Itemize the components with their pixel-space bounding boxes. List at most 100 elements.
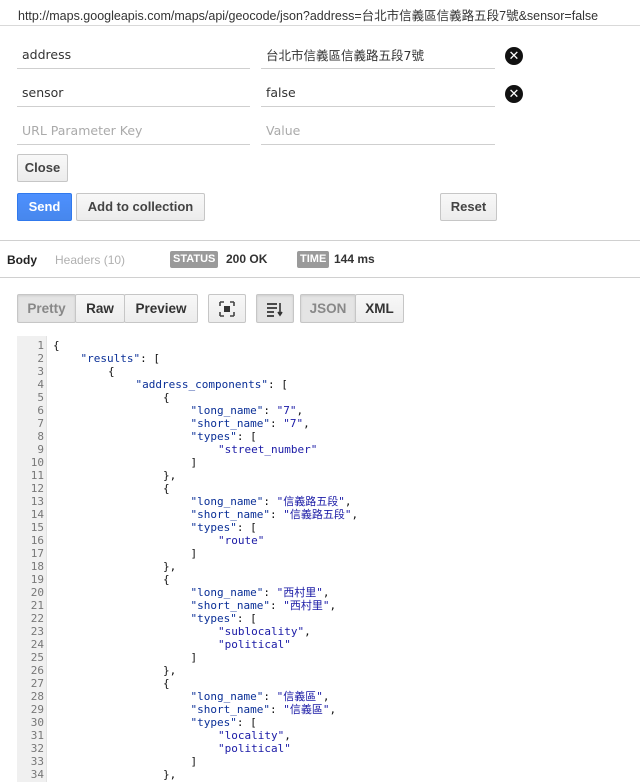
code-text: ] [190,755,198,768]
line-number: 22 [30,612,44,625]
line-number: 33 [30,755,44,768]
request-url[interactable]: http://maps.googleapis.com/maps/api/geoc… [0,0,640,26]
view-pretty-button[interactable]: Pretty [17,294,76,323]
close-button[interactable]: Close [17,154,68,182]
code-text: "political" [218,742,291,755]
code-text: { [163,482,170,495]
code-text: { [163,391,170,404]
code-text: { [163,677,170,690]
line-number: 20 [30,586,44,599]
send-button[interactable]: Send [17,193,72,221]
line-number: 4 [37,378,44,391]
param-row-new [17,117,537,147]
param-key-input[interactable] [17,41,250,69]
param-value-input[interactable] [261,117,495,145]
tab-body[interactable]: Body [7,253,37,267]
expand-icon [219,301,235,317]
code-text: "types": [ [190,521,257,534]
format-xml-button[interactable]: XML [355,294,404,323]
code-text: }, [163,469,177,482]
line-number: 27 [30,677,44,690]
line-number: 5 [37,391,44,404]
line-number: 23 [30,625,44,638]
code-text: "long_name": "7", [190,404,304,417]
line-number: 12 [30,482,44,495]
line-number: 9 [37,443,44,456]
line-number: 31 [30,729,44,742]
line-number: 3 [37,365,44,378]
wrap-lines-icon [267,303,283,317]
code-text: }, [163,560,177,573]
param-key-input[interactable] [17,79,250,107]
line-number: 28 [30,690,44,703]
code-text: }, [163,768,177,781]
line-number: 13 [30,495,44,508]
tab-headers[interactable]: Headers (10) [55,253,125,267]
param-row-sensor: ✕ [17,79,537,109]
line-number: 10 [30,456,44,469]
divider [0,277,640,278]
code-text: "route" [218,534,265,547]
param-value-input[interactable] [261,79,495,107]
code-text: "types": [ [190,430,257,443]
status-value: 200 OK [226,252,268,266]
remove-circle-icon[interactable]: ✕ [505,85,523,103]
line-number: 30 [30,716,44,729]
wrap-lines-button[interactable] [256,294,294,323]
format-json-button[interactable]: JSON [300,294,356,323]
line-number: 14 [30,508,44,521]
time-label-badge: TIME [297,251,330,268]
line-number: 15 [30,521,44,534]
param-value-input[interactable] [261,41,495,69]
line-number: 21 [30,599,44,612]
code-text: { [53,339,60,352]
view-raw-button[interactable]: Raw [75,294,125,323]
line-number: 26 [30,664,44,677]
code-text: "short_name": "信義區", [190,703,337,716]
response-body-code[interactable]: 1 {2 "results": [ 3 {4 "address_components": … [17,336,640,782]
code-text: "locality", [218,729,291,742]
code-text: { [163,573,170,586]
status-label-badge: STATUS [170,251,219,268]
code-text: "types": [ [190,612,257,625]
line-number: 11 [30,469,44,482]
line-number: 32 [30,742,44,755]
remove-circle-icon[interactable]: ✕ [505,47,523,65]
code-text: "long_name": "信義區", [190,690,330,703]
response-tabs: Body Headers (10) STATUS 200 OK TIME 144… [0,241,640,277]
line-number: 16 [30,534,44,547]
code-text: ] [190,456,198,469]
code-text: "political" [218,638,291,651]
line-number: 2 [37,352,44,365]
code-text: "short_name": "信義路五段", [190,508,359,521]
view-preview-button[interactable]: Preview [124,294,198,323]
param-key-input[interactable] [17,117,250,145]
reset-button[interactable]: Reset [440,193,497,221]
code-text: "short_name": "7", [190,417,310,430]
code-text: "address_components": [ [135,378,288,391]
code-text: ] [190,547,198,560]
fullscreen-button[interactable] [208,294,246,323]
param-row-address: ✕ [17,41,537,71]
code-text: "results": [ [80,352,160,365]
code-text: { [108,365,115,378]
line-number: 18 [30,560,44,573]
code-text: "long_name": "西村里", [190,586,330,599]
add-to-collection-button[interactable]: Add to collection [76,193,205,221]
line-number: 7 [37,417,44,430]
line-number: 1 [37,339,44,352]
line-number: 24 [30,638,44,651]
code-text: "short_name": "西村里", [190,599,337,612]
code-text: "sublocality", [218,625,311,638]
line-number: 17 [30,547,44,560]
code-text: ] [190,651,198,664]
time-value: 144 ms [334,252,375,266]
code-text: }, [163,664,177,677]
code-text: "long_name": "信義路五段", [190,495,352,508]
line-number: 19 [30,573,44,586]
line-number: 6 [37,404,44,417]
code-text: "street_number" [218,443,318,456]
line-number: 34 [30,768,44,781]
line-number: 29 [30,703,44,716]
line-number: 8 [37,430,44,443]
